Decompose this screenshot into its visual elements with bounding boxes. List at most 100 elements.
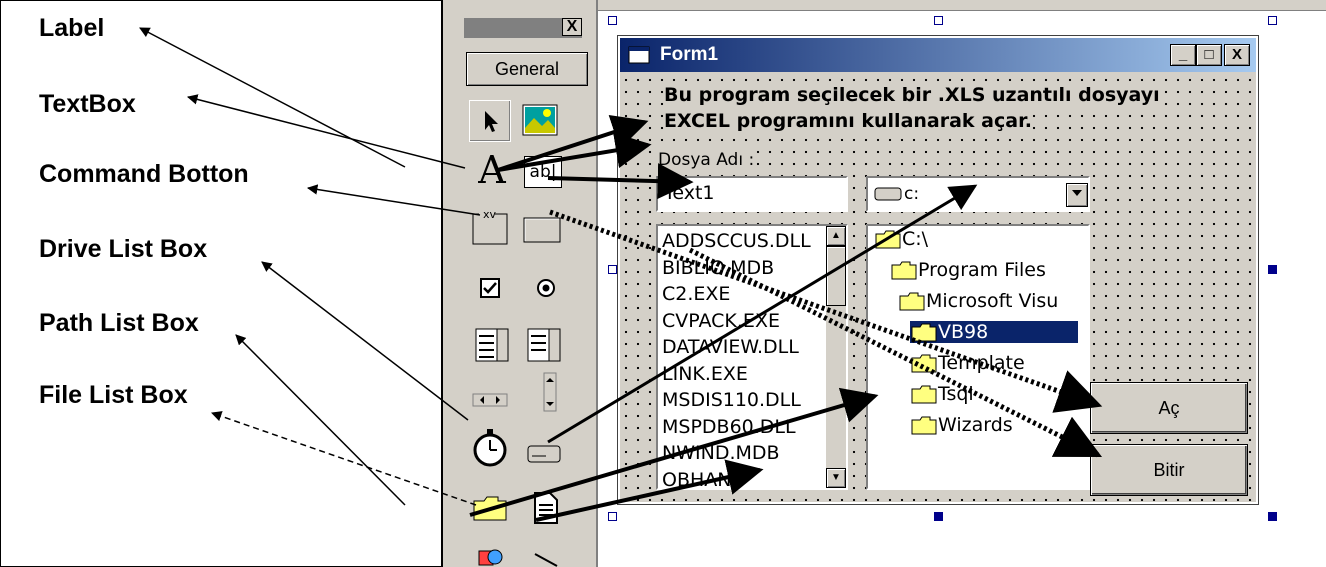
drive-dropdown-button[interactable] bbox=[1066, 183, 1088, 207]
toolbox-close-button[interactable]: X bbox=[562, 18, 582, 36]
file-item[interactable]: BIBLIO.MDB bbox=[662, 255, 824, 282]
form1-window: Form1 _ □ X Bu program seçilecek bir .XL… bbox=[617, 35, 1259, 505]
form-close-button[interactable]: X bbox=[1224, 44, 1250, 66]
file-scroll-up[interactable]: ▲ bbox=[826, 226, 846, 246]
file-item[interactable]: C2.EXE bbox=[662, 281, 824, 308]
file-icon bbox=[534, 492, 558, 524]
dir-item-label: Program Files bbox=[918, 259, 1046, 281]
picturebox-tool[interactable] bbox=[520, 100, 560, 140]
file-item[interactable]: OBHAN bbox=[662, 467, 824, 489]
dir-listbox[interactable]: C:\ Program Files Microsoft Visu VB98 Templa… bbox=[866, 224, 1090, 490]
handle-bottom-left[interactable] bbox=[608, 512, 617, 521]
dir-item[interactable]: C:\ bbox=[874, 228, 928, 250]
file-scroll-down[interactable]: ▼ bbox=[826, 468, 846, 488]
dir-item[interactable]: Program Files bbox=[890, 259, 1046, 281]
hscrollbar-tool[interactable] bbox=[470, 380, 510, 420]
form-icon bbox=[628, 46, 650, 64]
timer-tool[interactable] bbox=[470, 428, 510, 468]
caption-textbox: TextBox bbox=[39, 90, 136, 118]
open-folder-icon bbox=[875, 230, 901, 249]
vscrollbar-icon bbox=[543, 372, 557, 412]
handle-top-middle[interactable] bbox=[934, 16, 943, 25]
shape-tool[interactable] bbox=[470, 545, 510, 567]
description-line-1: Bu program seçilecek bir .XLS uzantılı d… bbox=[664, 84, 1160, 106]
toolbox-general-tab[interactable]: General bbox=[466, 52, 588, 86]
file-item[interactable]: NWIND.MDB bbox=[662, 440, 824, 467]
caption-command-button: Command Botton bbox=[39, 160, 249, 188]
file-scroll-thumb[interactable] bbox=[826, 246, 846, 306]
description-line-2: EXCEL programını kullanarak açar. bbox=[664, 110, 1032, 132]
pointer-icon bbox=[485, 111, 498, 132]
file-list-scrollbar[interactable]: ▲ ▼ bbox=[826, 226, 846, 488]
dir-item[interactable]: VB98 bbox=[910, 321, 1078, 343]
command-button-icon bbox=[523, 217, 561, 243]
folder-icon bbox=[911, 416, 937, 435]
file-item[interactable]: CVPACK.EXE bbox=[662, 308, 824, 335]
file-item[interactable]: MSDIS110.DLL bbox=[662, 387, 824, 414]
checkbox-tool[interactable] bbox=[470, 268, 510, 308]
open-button[interactable]: Aç bbox=[1090, 382, 1248, 434]
file-item[interactable]: DATAVIEW.DLL bbox=[662, 334, 824, 361]
dir-item-label: Template bbox=[938, 352, 1025, 374]
drive-listbox[interactable]: c: bbox=[866, 176, 1090, 212]
combobox-tool[interactable] bbox=[472, 325, 512, 365]
pointer-tool[interactable] bbox=[469, 100, 511, 142]
handle-top-right[interactable] bbox=[1268, 16, 1277, 25]
drive-value: c: bbox=[904, 184, 920, 204]
handle-top-left[interactable] bbox=[608, 16, 617, 25]
designer-ruler bbox=[598, 0, 1326, 11]
form-minimize-button[interactable]: _ bbox=[1170, 44, 1196, 66]
line-tool[interactable] bbox=[526, 548, 566, 567]
file-item[interactable]: LINK.EXE bbox=[662, 361, 824, 388]
picture-icon bbox=[522, 104, 558, 136]
caption-path-list-box: Path List Box bbox=[39, 309, 199, 337]
form1-title: Form1 bbox=[660, 44, 719, 65]
open-folder-icon bbox=[891, 261, 917, 280]
stopwatch-icon bbox=[473, 429, 507, 467]
handle-bottom-right[interactable] bbox=[1268, 512, 1277, 521]
option-button-tool[interactable] bbox=[526, 268, 566, 308]
file-listbox-tool[interactable] bbox=[526, 488, 566, 528]
toolbox-edge bbox=[443, 0, 458, 567]
folder-icon bbox=[911, 385, 937, 404]
listbox-tool[interactable] bbox=[524, 325, 564, 365]
frame-tool-label: xv bbox=[483, 208, 497, 221]
combobox-icon bbox=[475, 328, 509, 362]
command-button-tool[interactable] bbox=[522, 210, 562, 250]
hard-drive-icon bbox=[874, 187, 902, 201]
open-folder-icon bbox=[911, 323, 937, 342]
dir-item-label: VB98 bbox=[938, 321, 989, 343]
handle-bottom-middle[interactable] bbox=[934, 512, 943, 521]
dir-item[interactable]: Tsql bbox=[910, 383, 974, 405]
handle-middle-left[interactable] bbox=[608, 265, 617, 274]
form1-titlebar[interactable]: Form1 _ □ X bbox=[620, 38, 1256, 72]
listbox-icon bbox=[527, 328, 561, 362]
file-item[interactable]: ADDSCCUS.DLL bbox=[662, 228, 824, 255]
dir-item-label: C:\ bbox=[902, 228, 929, 250]
frame-tool[interactable]: xv bbox=[470, 206, 510, 246]
caption-file-list-box: File List Box bbox=[39, 381, 188, 409]
folder-icon bbox=[473, 496, 507, 521]
dir-item[interactable]: Microsoft Visu bbox=[898, 290, 1058, 312]
drive-listbox-tool[interactable] bbox=[524, 434, 564, 474]
dir-item[interactable]: Template bbox=[910, 352, 1025, 374]
dir-item-label: Wizards bbox=[938, 414, 1013, 436]
drive-icon bbox=[527, 445, 561, 463]
label-tool[interactable]: A bbox=[472, 148, 512, 192]
textbox-tool[interactable]: ab| bbox=[524, 156, 562, 188]
file-name-label: Dosya Adı : bbox=[658, 150, 755, 170]
handle-middle-right[interactable] bbox=[1268, 265, 1277, 274]
form-maximize-button[interactable]: □ bbox=[1196, 44, 1222, 66]
caption-label: Label bbox=[39, 14, 105, 42]
line-icon bbox=[534, 553, 558, 567]
caption-drive-list-box: Drive List Box bbox=[39, 235, 208, 263]
file-item[interactable]: MSPDB60.DLL bbox=[662, 414, 824, 441]
file-name-input[interactable]: Text1 bbox=[656, 176, 848, 212]
folder-icon bbox=[911, 354, 937, 373]
vscrollbar-tool[interactable] bbox=[530, 372, 570, 412]
file-listbox[interactable]: ADDSCCUS.DLL BIBLIO.MDB C2.EXE CVPACK.EXE DA… bbox=[656, 224, 848, 490]
chevron-down-icon bbox=[1072, 190, 1082, 196]
dir-listbox-tool[interactable] bbox=[470, 488, 510, 528]
dir-item[interactable]: Wizards bbox=[910, 414, 1013, 436]
exit-button[interactable]: Bitir bbox=[1090, 444, 1248, 496]
